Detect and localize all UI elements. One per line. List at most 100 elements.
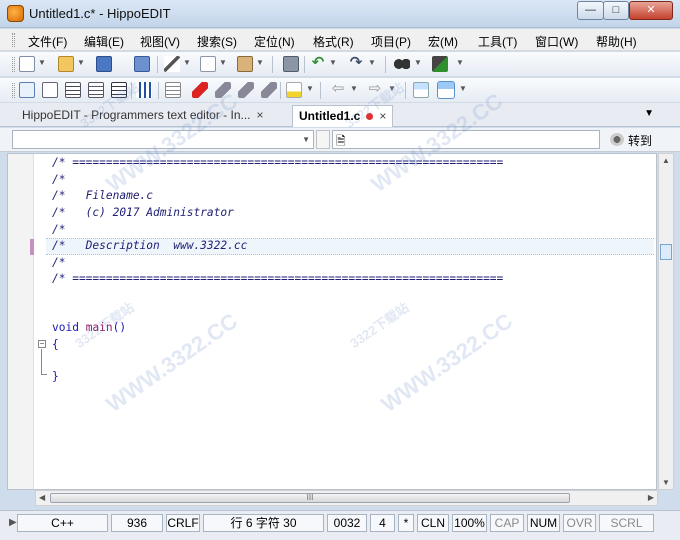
spin-up-icon[interactable] xyxy=(316,130,330,149)
close-button[interactable]: ✕ xyxy=(629,1,673,20)
vertical-scroll-thumb[interactable] xyxy=(660,244,672,260)
scroll-left-icon[interactable]: ◀ xyxy=(39,493,45,502)
syntax-language[interactable]: C++ xyxy=(17,514,108,532)
cut-dropdown-icon[interactable]: ▼ xyxy=(183,58,191,67)
menu-macro[interactable]: 宏(M) xyxy=(428,33,458,50)
spell-dropdown-icon[interactable]: ▼ xyxy=(459,84,467,93)
fold-margin[interactable] xyxy=(34,154,46,489)
code-editor[interactable]: − /* ===================================… xyxy=(7,153,657,490)
open-file-icon[interactable] xyxy=(58,56,74,72)
chevron-down-icon[interactable]: ▼ xyxy=(302,135,310,144)
toolbar-separator xyxy=(158,82,159,99)
close-icon[interactable]: × xyxy=(379,109,386,123)
auto-spell-check-icon[interactable] xyxy=(437,81,455,99)
forward-icon[interactable]: ⇨ xyxy=(367,81,383,98)
vertical-scrollbar[interactable]: ▲ ▼ xyxy=(658,153,674,490)
scroll-right-icon[interactable]: ▶ xyxy=(648,493,654,502)
menu-file[interactable]: 文件(F) xyxy=(28,33,67,50)
code-page[interactable]: 936 xyxy=(111,514,163,532)
menu-bar: 文件(F) 编辑(E) 视图(V) 搜索(S) 定位(N) 格式(R) 项目(P… xyxy=(0,29,680,51)
menu-view[interactable]: 视图(V) xyxy=(140,33,180,50)
scroll-up-icon[interactable]: ▲ xyxy=(662,156,670,165)
toolbar-separator xyxy=(272,56,273,73)
goto-gear-icon[interactable] xyxy=(610,133,624,146)
replace-icon[interactable] xyxy=(432,56,448,72)
indent-icon[interactable] xyxy=(111,82,127,98)
back-icon[interactable]: ⇦ xyxy=(330,81,346,98)
code-line: /* Filename.c xyxy=(52,189,154,202)
horizontal-scrollbar[interactable]: ◀ III ▶ xyxy=(35,490,658,506)
list-alt-icon[interactable] xyxy=(88,82,104,98)
bookmark-icon[interactable] xyxy=(192,82,208,98)
tab-label: Untitled1.c xyxy=(299,109,361,123)
spell-check-icon[interactable] xyxy=(413,82,429,98)
open-file-dropdown-icon[interactable]: ▼ xyxy=(77,58,85,67)
redo-icon[interactable]: ↷ xyxy=(348,55,364,72)
status-grip-icon[interactable]: ▶ xyxy=(9,517,17,528)
horizontal-scroll-thumb[interactable]: III xyxy=(50,493,570,503)
redo-dropdown-icon[interactable]: ▼ xyxy=(368,58,376,67)
menu-format[interactable]: 格式(R) xyxy=(313,33,354,50)
code-line: /* xyxy=(52,173,66,186)
undo-icon[interactable]: ↶ xyxy=(310,55,326,72)
cut-icon[interactable] xyxy=(164,56,180,72)
tag-alt-icon[interactable] xyxy=(238,82,254,98)
maximize-button[interactable]: □ xyxy=(603,1,629,20)
goto-input[interactable]: 🗎 xyxy=(332,130,600,149)
goto-button[interactable]: 转到 xyxy=(628,132,652,149)
tab-hippoedit-home[interactable]: HippoEDIT - Programmers text editor - In… xyxy=(16,105,270,127)
title-bar[interactable]: Untitled1.c* - HippoEDIT — □ ✕ xyxy=(0,0,680,28)
highlight-dropdown-icon[interactable]: ▼ xyxy=(306,84,314,93)
new-file-dropdown-icon[interactable]: ▼ xyxy=(38,58,46,67)
menu-help[interactable]: 帮助(H) xyxy=(596,33,637,50)
replace-dropdown-icon[interactable]: ▼ xyxy=(456,58,464,67)
undo-dropdown-icon[interactable]: ▼ xyxy=(329,58,337,67)
line-gutter[interactable] xyxy=(8,154,34,489)
copy-dropdown-icon[interactable]: ▼ xyxy=(219,58,227,67)
list-icon[interactable] xyxy=(65,82,81,98)
toolbar-separator xyxy=(280,82,281,99)
paste-dropdown-icon[interactable]: ▼ xyxy=(256,58,264,67)
tab-overflow-chevron-icon[interactable]: ▼ xyxy=(644,108,654,119)
scroll-down-icon[interactable]: ▼ xyxy=(662,478,670,487)
tab-untitled1[interactable]: Untitled1.c × xyxy=(292,105,394,127)
highlight-icon[interactable] xyxy=(286,82,302,98)
find-icon[interactable] xyxy=(394,56,410,72)
line-ending[interactable]: CRLF xyxy=(166,514,200,532)
find-dropdown-icon[interactable]: ▼ xyxy=(414,58,422,67)
menu-window[interactable]: 窗口(W) xyxy=(535,33,578,50)
hippo-app-icon[interactable] xyxy=(7,5,24,22)
new-file-icon[interactable] xyxy=(19,56,35,72)
save-all-icon[interactable] xyxy=(134,56,150,72)
checklist-icon[interactable] xyxy=(19,82,35,98)
overwrite-indicator[interactable]: OVR xyxy=(563,514,596,532)
column-icon[interactable] xyxy=(136,82,152,98)
menu-tools[interactable]: 工具(T) xyxy=(478,33,517,50)
copy-icon[interactable] xyxy=(200,56,216,72)
save-icon[interactable] xyxy=(96,56,112,72)
scroll-lock-indicator: SCRL xyxy=(599,514,654,532)
zoom-level[interactable]: 100% xyxy=(452,514,487,532)
cln-indicator[interactable]: CLN xyxy=(417,514,449,532)
close-icon[interactable]: × xyxy=(257,108,264,122)
forward-dropdown-icon[interactable]: ▼ xyxy=(388,84,396,93)
toolbar-grip[interactable] xyxy=(12,83,15,98)
bookmark-list-icon[interactable] xyxy=(165,82,181,98)
menu-edit[interactable]: 编辑(E) xyxy=(84,33,124,50)
fold-collapse-icon[interactable]: − xyxy=(38,340,46,348)
toolbar-grip[interactable] xyxy=(12,57,15,72)
back-dropdown-icon[interactable]: ▼ xyxy=(350,84,358,93)
menu-grip[interactable] xyxy=(12,33,15,47)
cursor-position[interactable]: 行 6 字符 30 xyxy=(203,514,324,532)
tag-icon[interactable] xyxy=(215,82,231,98)
print-icon[interactable] xyxy=(283,56,299,72)
tab-size[interactable]: 4 xyxy=(370,514,395,532)
menu-search[interactable]: 搜索(S) xyxy=(197,33,237,50)
menu-navigate[interactable]: 定位(N) xyxy=(254,33,295,50)
document-list-icon[interactable] xyxy=(42,82,58,98)
minimize-button[interactable]: — xyxy=(577,1,604,20)
menu-project[interactable]: 项目(P) xyxy=(371,33,411,50)
paste-icon[interactable] xyxy=(237,56,253,72)
function-combo[interactable]: ▼ xyxy=(12,130,314,149)
tag-next-icon[interactable] xyxy=(261,82,277,98)
